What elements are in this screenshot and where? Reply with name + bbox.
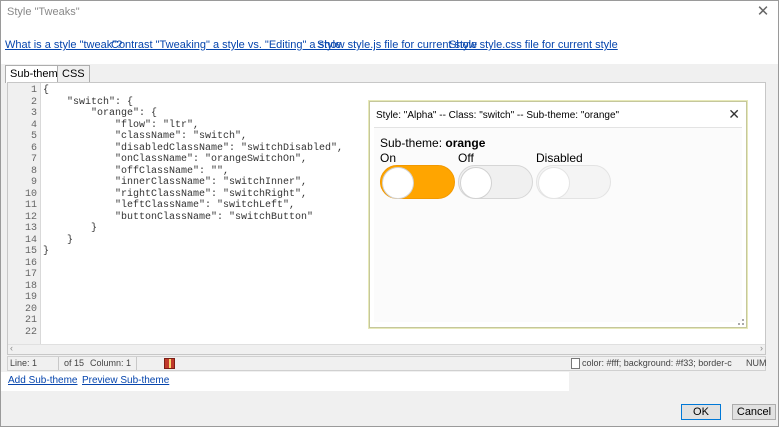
code-line: "buttonClassName": "switchButton" (43, 211, 314, 223)
line-number: 18 (24, 280, 37, 292)
switch-off-label: Off (458, 151, 474, 165)
line-number: 21 (24, 315, 37, 326)
style-tweaks-window: Style "Tweaks" ✕ What is a style "tweak"… (0, 0, 779, 427)
show-style-css-link[interactable]: Show style.css file for current style (449, 39, 618, 51)
book-icon[interactable] (164, 358, 175, 369)
preview-sub-theme-link[interactable]: Preview Sub-theme (82, 375, 169, 386)
status-line: Line: 1 (10, 358, 38, 368)
status-num-lock: NUM (746, 358, 767, 368)
status-line-count: of 15 (64, 358, 85, 368)
code-line: { (43, 85, 50, 96)
code-line: "flow": "ltr", (43, 119, 200, 131)
popup-title: Style: "Alpha" -- Class: "switch" -- Sub… (376, 110, 620, 121)
switch-knob[interactable] (382, 167, 414, 199)
line-number: 16 (24, 257, 37, 269)
switch-knob (538, 167, 570, 199)
horizontal-scrollbar[interactable]: ‹ › (8, 343, 765, 354)
line-number: 3 (30, 108, 37, 119)
code-line: "rightClassName": "switchRight", (43, 188, 308, 200)
line-number: 13 (24, 223, 37, 234)
switch-knob[interactable] (460, 167, 492, 199)
code-line: "disabledClassName": "switchDisabled", (43, 142, 344, 154)
code-line: "innerClassName": "switchInner", (43, 177, 308, 188)
code-line: "leftClassName": "switchLeft", (43, 200, 296, 211)
scroll-left-icon[interactable]: ‹ (10, 343, 13, 353)
close-icon[interactable]: ✕ (752, 2, 774, 22)
cancel-button[interactable]: Cancel (732, 404, 776, 420)
title-bar: Style "Tweaks" ✕ (1, 1, 778, 24)
line-number: 12 (24, 211, 37, 223)
line-number: 20 (24, 303, 37, 315)
popup-body: Sub-theme: orange On Off Disabled (374, 127, 742, 322)
switch-disabled (536, 165, 611, 199)
resize-grip-icon[interactable] (738, 319, 744, 325)
line-number: 11 (24, 200, 37, 211)
switch-on-label: On (380, 151, 397, 165)
line-number: 9 (30, 177, 37, 188)
line-number: 10 (24, 188, 37, 200)
switch-off[interactable] (458, 165, 533, 199)
line-number: 14 (24, 234, 37, 246)
code-line: } (43, 223, 98, 234)
file-icon (571, 358, 580, 369)
line-number: 19 (24, 292, 37, 303)
status-column: Column: 1 (90, 358, 132, 368)
sub-theme-name: orange (445, 136, 486, 150)
line-number: 5 (30, 131, 37, 142)
code-line: "orange": { (43, 108, 158, 119)
line-number-gutter: 1 2 3 4 5 6 7 8 9 10 11 12 13 14 15 16 1… (8, 83, 41, 345)
ok-button[interactable]: OK (681, 404, 721, 420)
sub-theme-prefix: Sub-theme: (380, 136, 446, 150)
line-number: 17 (24, 269, 37, 280)
switch-on[interactable] (380, 165, 455, 199)
code-line: } (43, 234, 74, 246)
code-line: "offClassName": "", (43, 165, 230, 177)
code-line: "className": "switch", (43, 131, 248, 142)
line-number: 8 (30, 165, 37, 177)
code-line: "switch": { (43, 96, 134, 108)
what-is-tweak-link[interactable]: What is a style "tweak"? (5, 39, 122, 51)
switch-disabled-label: Disabled (536, 151, 583, 165)
line-number: 22 (24, 326, 37, 338)
scroll-right-icon[interactable]: › (760, 343, 763, 353)
help-link-bar: What is a style "tweak"? Contrast "Tweak… (1, 24, 778, 64)
line-number: 6 (30, 142, 37, 154)
contrast-tweak-edit-link[interactable]: Contrast "Tweaking" a style vs. "Editing… (111, 39, 341, 51)
code-line: "onClassName": "orangeSwitchOn", (43, 154, 308, 165)
status-bar: Line: 1 of 15 Column: 1 color: #fff; bac… (7, 356, 767, 371)
status-separator (58, 357, 59, 370)
line-number: 4 (30, 119, 37, 131)
popup-close-icon[interactable]: ✕ (728, 106, 740, 123)
line-number: 1 (30, 85, 37, 96)
line-number: 7 (30, 154, 37, 165)
status-css-preview: color: #fff; background: #f33; border-c (582, 358, 732, 368)
code-line: } (43, 246, 50, 257)
line-number: 15 (24, 246, 37, 257)
line-number: 2 (30, 96, 37, 108)
window-title: Style "Tweaks" (7, 6, 80, 18)
tab-css[interactable]: CSS (57, 65, 90, 82)
add-sub-theme-link[interactable]: Add Sub-theme (8, 375, 78, 386)
sub-theme-heading: Sub-theme: orange (380, 136, 485, 150)
status-separator (136, 357, 137, 370)
sub-theme-links: Add Sub-theme Preview Sub-theme (1, 372, 569, 391)
preview-popup: Style: "Alpha" -- Class: "switch" -- Sub… (369, 101, 747, 328)
